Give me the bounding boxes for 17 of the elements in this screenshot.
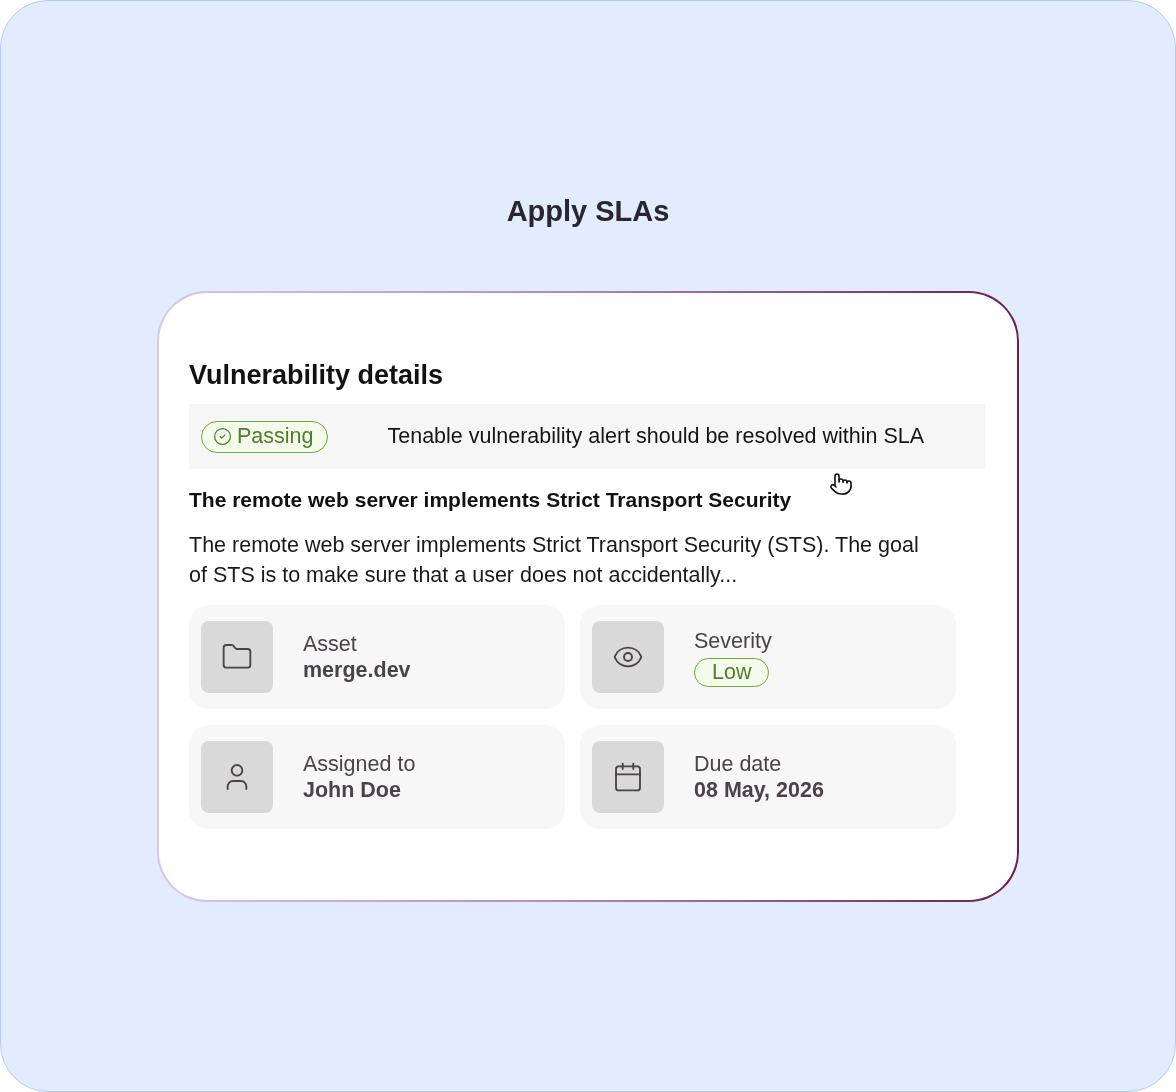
check-circle-icon <box>213 427 232 446</box>
status-message: Tenable vulnerability alert should be resolved within SLA <box>387 424 925 449</box>
finding-description: The remote web server implements Strict Transport Security (STS). The goal of STS is to make sure that a user does not accidentally... <box>189 532 920 589</box>
status-badge: Passing <box>201 420 328 453</box>
field-label: Asset <box>303 631 357 657</box>
field-label: Assigned to <box>303 751 416 777</box>
calendar-icon <box>612 761 644 793</box>
field-label: Due date <box>694 751 782 777</box>
field-value: 08 May, 2026 <box>694 777 824 803</box>
card-title: Vulnerability details <box>189 359 445 391</box>
finding-title: The remote web server implements Strict Transport Security <box>189 487 793 513</box>
field-label: Severity <box>694 627 772 654</box>
field-value: John Doe <box>303 777 401 803</box>
hand-cursor-icon <box>829 472 853 496</box>
field-value: merge.dev <box>303 657 411 683</box>
severity-badge: Low <box>694 657 770 687</box>
page-title: Apply SLAs <box>506 194 670 229</box>
